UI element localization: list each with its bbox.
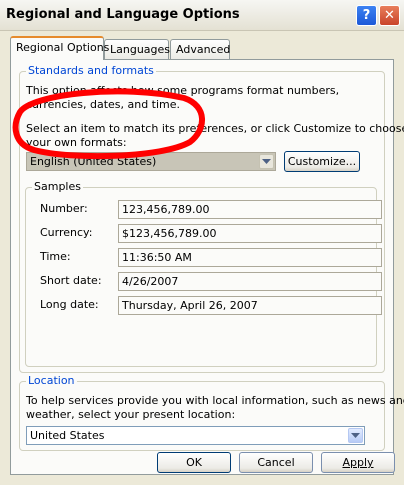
cancel-button-label: Cancel — [257, 456, 295, 469]
apply-button-label: Apply — [342, 456, 374, 469]
location-combobox[interactable]: United States — [26, 426, 365, 445]
location-description-line2: weather, select your present location: — [26, 408, 236, 421]
location-group: Location To help services provide you wi… — [19, 374, 404, 451]
help-icon: ? — [362, 8, 371, 23]
chevron-down-icon[interactable] — [259, 154, 274, 169]
tab-languages[interactable]: Languages — [104, 39, 171, 59]
tab-panel: Standards and formats This option affect… — [10, 59, 404, 475]
title-bar: Regional and Language Options ? ✕ — [0, 0, 404, 31]
sample-number-label: Number: — [40, 202, 88, 215]
tab-label: Advanced — [176, 43, 231, 56]
close-button[interactable]: ✕ — [379, 5, 400, 26]
tab-label: Regional Options — [16, 41, 110, 54]
location-value: United States — [30, 429, 105, 442]
sample-currency-label: Currency: — [40, 226, 93, 239]
chevron-down-icon[interactable] — [348, 428, 363, 443]
tab-label: Languages — [110, 43, 171, 56]
cancel-button[interactable]: Cancel — [239, 452, 313, 473]
apply-button[interactable]: Apply — [321, 452, 395, 473]
sample-currency-field: $123,456,789.00 — [118, 224, 382, 243]
format-combobox[interactable]: English (United States) — [26, 152, 276, 171]
select-instruction-line2: your own formats: — [26, 136, 127, 149]
help-button[interactable]: ? — [356, 5, 377, 26]
sample-short-date-label: Short date: — [40, 274, 102, 287]
ok-button-label: OK — [186, 456, 202, 469]
tab-regional-options[interactable]: Regional Options — [10, 36, 109, 60]
location-description-line1: To help services provide you with local … — [26, 394, 404, 407]
samples-group-title: Samples — [32, 180, 83, 193]
tab-advanced[interactable]: Advanced — [170, 39, 230, 59]
customize-button-label: Customize... — [287, 155, 357, 168]
sample-long-date-field: Thursday, April 26, 2007 — [118, 296, 382, 315]
sample-short-date-field: 4/26/2007 — [118, 272, 382, 291]
sample-number-field: 123,456,789.00 — [118, 200, 382, 219]
location-group-title: Location — [26, 374, 77, 387]
ok-button[interactable]: OK — [157, 452, 231, 473]
dialog-body: Regional Options Languages Advanced Stan… — [0, 31, 404, 485]
sample-time-field: 11:36:50 AM — [118, 248, 382, 267]
standards-group-title: Standards and formats — [26, 64, 156, 77]
samples-group: Samples Number: 123,456,789.00 Currency:… — [25, 180, 382, 367]
customize-button[interactable]: Customize... — [284, 151, 360, 172]
sample-long-date-label: Long date: — [40, 298, 99, 311]
standards-group: Standards and formats This option affect… — [19, 64, 404, 373]
format-value: English (United States) — [30, 155, 157, 168]
standards-description: This option affects how some programs fo… — [26, 84, 340, 111]
select-instruction-line1: Select an item to match its preferences,… — [26, 122, 404, 135]
sample-time-label: Time: — [40, 250, 71, 263]
close-icon: ✕ — [384, 8, 395, 23]
window-title: Regional and Language Options — [6, 7, 240, 22]
